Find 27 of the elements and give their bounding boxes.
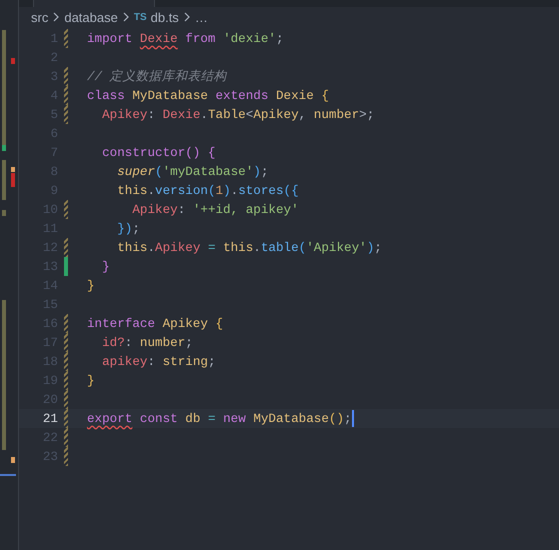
code-line: this.Apikey = this.table('Apikey'); [116, 240, 382, 256]
breadcrumb-item[interactable]: TS db.ts [134, 10, 179, 24]
code-line: } [87, 372, 95, 390]
code-line: super('myDatabase'); [116, 164, 268, 180]
code-line: } [87, 278, 95, 294]
line-number: 21 [42, 412, 58, 426]
chevron-icon [52, 12, 60, 22]
code-line: class MyDatabase extends Dexie { [87, 88, 329, 104]
code-line: id?: number; [101, 334, 193, 352]
typescript-file-icon: TS [134, 12, 147, 22]
code-line: import Dexie from 'dexie'; [87, 30, 284, 48]
code-line: apikey: string; [101, 354, 216, 370]
chevron-icon [182, 12, 191, 22]
code-line: Apikey: Dexie.Table<Apikey, number>; [101, 106, 374, 124]
breadcrumb-item[interactable]: … [194, 10, 208, 24]
breadcrumb-item[interactable]: database [64, 10, 118, 24]
chevron-icon [122, 12, 130, 22]
code-line: Apikey: '++id, apikey' [131, 202, 299, 218]
code-line: } [101, 258, 110, 276]
code-line: }); [116, 220, 140, 238]
code-line: constructor() { [101, 144, 216, 162]
code-line: this.version(1).stores({ [116, 182, 299, 200]
text-cursor [352, 410, 354, 427]
code-line: // 定义数据库和表结构 [87, 68, 227, 86]
code-line: interface Apikey { [87, 316, 224, 332]
breadcrumb-item[interactable]: src [31, 10, 48, 24]
code-line: export const db = new MyDatabase(); [87, 410, 352, 428]
